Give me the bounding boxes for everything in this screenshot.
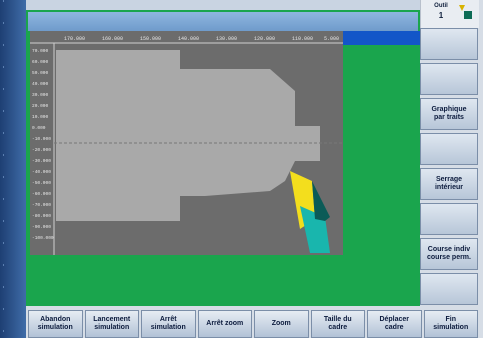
y-tick-label: -30.000 <box>32 158 51 164</box>
x-tick-label: 150.000 <box>140 36 161 42</box>
workpiece-shape <box>56 50 320 221</box>
y-tick-label: 0.000 <box>32 125 46 131</box>
frame-size-button[interactable]: Taille du cadre <box>310 310 365 338</box>
x-tick-label: 120.000 <box>254 36 275 42</box>
y-tick-label: 50.000 <box>32 70 49 76</box>
y-tick-label: 60.000 <box>32 59 49 65</box>
left-frame <box>0 0 26 338</box>
tool-label: Outil <box>434 3 448 9</box>
vertical-softkey-4[interactable] <box>420 133 478 165</box>
tool-edge-dark <box>312 181 330 221</box>
vertical-softkey-1[interactable] <box>420 28 478 60</box>
simulation-plot: 170.000 160.000 150.000 140.000 130.000 … <box>30 31 343 255</box>
tool-indicator: Outil 1 <box>420 0 479 28</box>
simulation-screen: 170.000 160.000 150.000 140.000 130.000 … <box>26 10 420 306</box>
y-tick-label: -10.000 <box>32 136 51 142</box>
zoom-button[interactable]: Zoom <box>254 310 309 338</box>
y-tick-label: 30.000 <box>32 92 49 98</box>
softkey-course-indiv[interactable]: Course indiv course perm. <box>420 238 478 270</box>
header-blue-strip <box>343 31 420 45</box>
softkey-graphique-par-traits[interactable]: Graphique par traits <box>420 98 478 130</box>
y-tick-label: 20.000 <box>32 103 49 109</box>
y-tick-label: -20.000 <box>32 147 51 153</box>
y-tick-label: 10.000 <box>32 114 49 120</box>
stop-zoom-button[interactable]: Arrêt zoom <box>197 310 252 338</box>
stop-simulation-button[interactable]: Arrêt simulation <box>141 310 196 338</box>
y-tick-label: 70.000 <box>32 48 49 54</box>
x-tick-label: 130.000 <box>216 36 237 42</box>
vertical-softkey-bar: Graphique par traits Serrage intérieur C… <box>420 28 478 310</box>
end-simulation-button[interactable]: Fin simulation <box>423 310 478 338</box>
y-tick-label: -40.000 <box>32 169 51 175</box>
y-tick-label: 40.000 <box>32 81 49 87</box>
x-tick-label: 160.000 <box>102 36 123 42</box>
x-tick-label: 110.000 <box>292 36 313 42</box>
abandon-simulation-button[interactable]: Abandon simulation <box>28 310 83 338</box>
softkey-serrage-interieur[interactable]: Serrage intérieur <box>420 168 478 200</box>
x-tick-label: 5.000 <box>324 36 339 42</box>
y-tick-label: -100.000 <box>32 235 54 241</box>
start-simulation-button[interactable]: Lancement simulation <box>84 310 139 338</box>
tool-number: 1 <box>438 11 444 20</box>
y-tick-label: -70.000 <box>32 202 51 208</box>
y-tick-label: -80.000 <box>32 213 51 219</box>
vertical-softkey-8[interactable] <box>420 273 478 305</box>
plot-svg: 170.000 160.000 150.000 140.000 130.000 … <box>30 36 343 255</box>
x-tick-label: 170.000 <box>64 36 85 42</box>
turning-tool-icon <box>459 5 472 19</box>
screen-header <box>28 12 418 31</box>
vertical-softkey-6[interactable] <box>420 203 478 235</box>
y-tick-label: -60.000 <box>32 191 51 197</box>
top-frame <box>26 0 420 10</box>
horizontal-softkey-bar: Abandon simulation Lancement simulation … <box>28 310 478 338</box>
move-frame-button[interactable]: Déplacer cadre <box>367 310 422 338</box>
y-tick-label: -90.000 <box>32 224 51 230</box>
vertical-softkey-2[interactable] <box>420 63 478 95</box>
x-tick-label: 140.000 <box>178 36 199 42</box>
y-tick-label: -50.000 <box>32 180 51 186</box>
